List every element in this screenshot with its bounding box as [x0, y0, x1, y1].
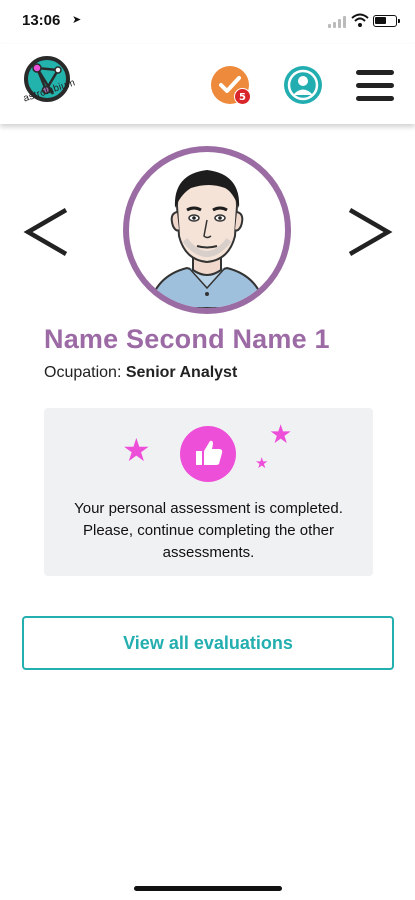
- profile-button[interactable]: [284, 66, 322, 104]
- view-all-evaluations-button[interactable]: View all evaluations: [22, 616, 394, 670]
- status-time: 13:06: [22, 12, 61, 29]
- thumbs-up-badge: [180, 426, 236, 482]
- logo[interactable]: astrolabium: [22, 56, 88, 116]
- assessment-message: Your personal assessment is completed. P…: [74, 500, 343, 561]
- menu-icon[interactable]: [356, 70, 394, 102]
- status-bar: 13:06 ➤: [0, 0, 415, 44]
- star-icon: ★: [255, 454, 269, 472]
- home-indicator: [134, 886, 282, 891]
- star-icon: ★: [122, 431, 151, 469]
- person-name: Name Second Name 1: [44, 324, 330, 354]
- occupation-line: Ocupation: Senior Analyst: [44, 364, 237, 382]
- thumbs-up-icon: [196, 440, 223, 465]
- wifi-icon: [351, 13, 369, 27]
- tasks-badge: 5: [234, 88, 251, 105]
- chevron-left-icon[interactable]: [22, 204, 70, 260]
- battery-icon: [373, 15, 400, 27]
- location-arrow-icon: ➤: [72, 13, 82, 26]
- star-icon: ★: [269, 420, 293, 450]
- avatar-illustration: [147, 170, 267, 308]
- signal-icon: [328, 16, 346, 28]
- assessment-card: ★ ★ ★ Your personal assessment is comple…: [44, 408, 373, 576]
- occupation-label: Ocupation:: [44, 364, 122, 381]
- avatar: [123, 146, 291, 314]
- tasks-button[interactable]: 5: [211, 66, 251, 105]
- user-icon: [287, 69, 319, 101]
- occupation-value: Senior Analyst: [125, 364, 238, 381]
- app-header: astrolabium 5: [0, 44, 415, 124]
- chevron-right-icon[interactable]: [346, 204, 394, 260]
